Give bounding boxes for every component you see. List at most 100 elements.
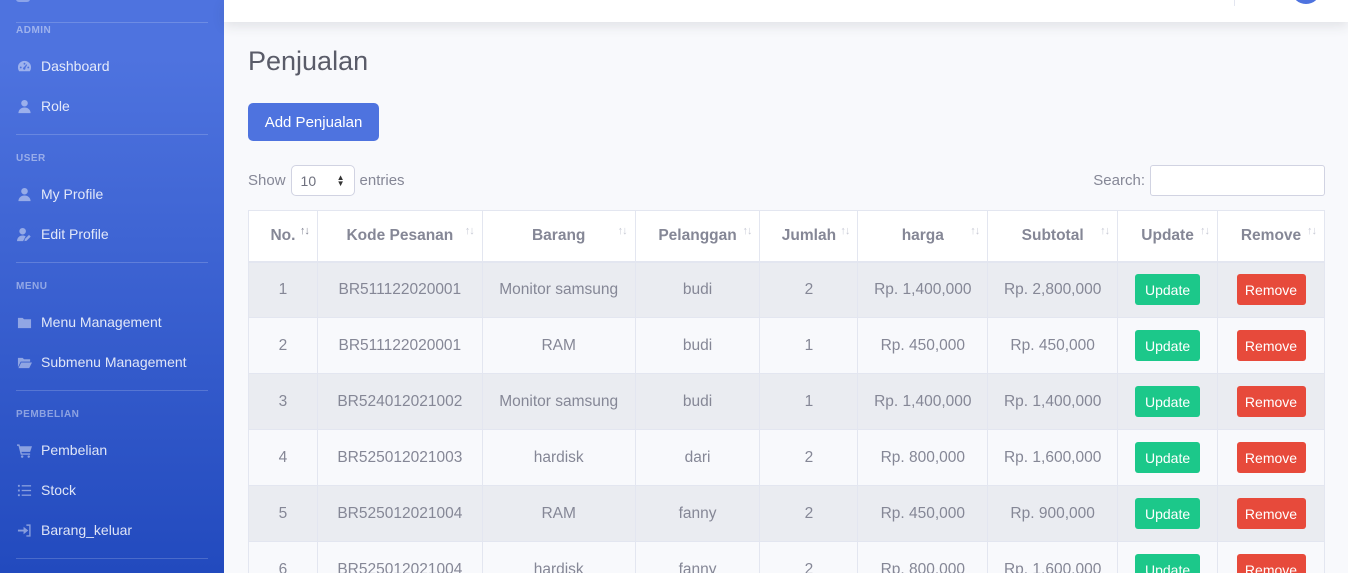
topbar-divider <box>1234 0 1235 6</box>
sidebar-item-pembelian[interactable]: Pembelian <box>16 440 107 460</box>
cell-jumlah: 1 <box>759 317 859 374</box>
cell-no: 1 <box>248 261 318 318</box>
cell-kode: BR525012021004 <box>316 541 483 573</box>
search-label: Search: <box>1093 172 1145 189</box>
show-label: Show <box>248 172 286 189</box>
sidebar-item-label: Dashboard <box>41 58 110 74</box>
sidebar-item-my-profile[interactable]: My Profile <box>16 184 103 204</box>
column-header-barang[interactable]: Barang ↑↓ <box>481 210 636 263</box>
column-header-update[interactable]: Update ↑↓ <box>1117 210 1219 263</box>
sidebar-item-label: Barang_keluar <box>41 522 133 538</box>
cell-pelanggan: dari <box>634 429 761 486</box>
update-button[interactable]: Update <box>1135 498 1201 529</box>
sidebar-item-role[interactable]: Role <box>16 96 70 116</box>
remove-button[interactable]: Remove <box>1236 498 1306 529</box>
sort-icon: ↑↓ <box>1307 225 1317 237</box>
cell-remove: Remove <box>1217 373 1325 430</box>
cell-harga: Rp. 1,400,000 <box>857 261 989 318</box>
cell-subtotal: Rp. 2,800,000 <box>987 261 1119 318</box>
cell-barang: Monitor samsung <box>481 261 636 318</box>
folder-icon <box>16 314 32 330</box>
sidebar-item-menu-management[interactable]: Menu Management <box>16 312 162 332</box>
cell-harga: Rp. 800,000 <box>857 541 989 573</box>
penjualan-table: No. ↑↓ Kode Pesanan ↑↓ Barang ↑↓ Pelanggan ↑… <box>248 210 1325 573</box>
page-title: Penjualan <box>248 46 369 76</box>
cell-pelanggan: fanny <box>634 541 761 573</box>
cell-no: 4 <box>248 429 318 486</box>
column-header-jumlah[interactable]: Jumlah ↑↓ <box>759 210 859 263</box>
sidebar-item-barang-keluar[interactable]: Barang_keluar <box>16 520 132 540</box>
entries-select[interactable]: 10 ▲ ▼ <box>290 165 355 196</box>
sidebar-item-label: Menu Management <box>41 314 162 330</box>
sort-icon: ↑↓ <box>742 225 752 237</box>
sort-icon: ↑↓ <box>970 225 980 237</box>
table-row: 6 BR525012021004 hardisk fanny 2 Rp. 800… <box>248 541 1325 573</box>
remove-button[interactable]: Remove <box>1236 442 1306 473</box>
avatar[interactable] <box>1292 0 1320 4</box>
table-row: 3 BR524012021002 Monitor samsung budi 1 … <box>248 373 1325 430</box>
update-button[interactable]: Update <box>1135 386 1201 417</box>
user-icon <box>16 98 32 114</box>
column-header-remove[interactable]: Remove ↑↓ <box>1217 210 1325 263</box>
column-header-label: Kode Pesanan <box>346 226 454 244</box>
list-icon <box>16 482 32 498</box>
sidebar-item-stock[interactable]: Stock <box>16 480 76 500</box>
table-row: 1 BR511122020001 Monitor samsung budi 2 … <box>248 261 1325 318</box>
sidebar-item-edit-profile[interactable]: Edit Profile <box>16 224 109 244</box>
tachometer-icon <box>16 58 32 74</box>
remove-button[interactable]: Remove <box>1236 274 1306 306</box>
cell-subtotal: Rp. 1,600,000 <box>987 429 1119 486</box>
cell-remove: Remove <box>1217 261 1325 318</box>
sidebar-brand-icon[interactable] <box>16 0 30 2</box>
cell-kode: BR511122020001 <box>316 261 483 318</box>
user-edit-icon <box>16 226 32 242</box>
cell-kode: BR524012021002 <box>316 373 483 430</box>
column-header-label: Subtotal <box>1021 226 1084 244</box>
search-input[interactable] <box>1150 165 1325 196</box>
sidebar-divider <box>16 134 208 135</box>
column-header-pelanggan[interactable]: Pelanggan ↑↓ <box>634 210 761 263</box>
column-header-label: Jumlah <box>781 226 837 244</box>
update-button[interactable]: Update <box>1135 330 1201 361</box>
sidebar-item-submenu-management[interactable]: Submenu Management <box>16 352 187 372</box>
column-header-no[interactable]: No. ↑↓ <box>248 210 318 263</box>
sort-icon: ↑↓ <box>299 225 310 237</box>
add-penjualan-button[interactable]: Add Penjualan <box>248 103 379 141</box>
cell-barang: hardisk <box>481 429 636 486</box>
sidebar-item-label: My Profile <box>41 186 104 202</box>
remove-button[interactable]: Remove <box>1236 386 1306 417</box>
cell-remove: Remove <box>1217 541 1325 573</box>
cell-kode: BR511122020001 <box>316 317 483 374</box>
folder-open-icon <box>16 354 32 370</box>
sidebar-heading-user: USER <box>16 153 46 164</box>
table-row: 5 BR525012021004 RAM fanny 2 Rp. 450,000… <box>248 485 1325 542</box>
sidebar-item-label: Edit Profile <box>41 226 109 242</box>
update-button[interactable]: Update <box>1135 554 1201 573</box>
topbar <box>224 0 1348 22</box>
cell-jumlah: 2 <box>759 541 859 573</box>
column-header-label: Pelanggan <box>658 226 737 244</box>
column-header-subtotal[interactable]: Subtotal ↑↓ <box>987 210 1119 263</box>
column-header-harga[interactable]: harga ↑↓ <box>857 210 989 263</box>
sidebar-divider <box>16 390 208 391</box>
sidebar-divider <box>16 262 208 263</box>
column-header-kode-pesanan[interactable]: Kode Pesanan ↑↓ <box>316 210 483 263</box>
sort-icon: ↑↓ <box>464 225 475 237</box>
update-button[interactable]: Update <box>1135 274 1201 306</box>
update-button[interactable]: Update <box>1135 442 1201 473</box>
cell-harga: Rp. 800,000 <box>857 429 989 486</box>
remove-button[interactable]: Remove <box>1236 330 1306 361</box>
cell-barang: RAM <box>481 485 636 542</box>
sidebar-item-dashboard[interactable]: Dashboard <box>16 56 110 76</box>
entries-label: entries <box>359 172 405 189</box>
user-icon <box>16 186 32 202</box>
sort-icon: ↑↓ <box>1100 225 1110 237</box>
select-arrows-icon: ▲ ▼ <box>336 172 345 188</box>
table-row: 2 BR511122020001 RAM budi 1 Rp. 450,000 … <box>248 317 1325 374</box>
cell-no: 2 <box>248 317 318 374</box>
cell-jumlah: 2 <box>759 429 859 486</box>
remove-button[interactable]: Remove <box>1236 554 1306 573</box>
sidebar-item-label: Role <box>41 98 70 114</box>
cell-subtotal: Rp. 450,000 <box>987 317 1119 374</box>
cell-harga: Rp. 450,000 <box>857 317 989 374</box>
